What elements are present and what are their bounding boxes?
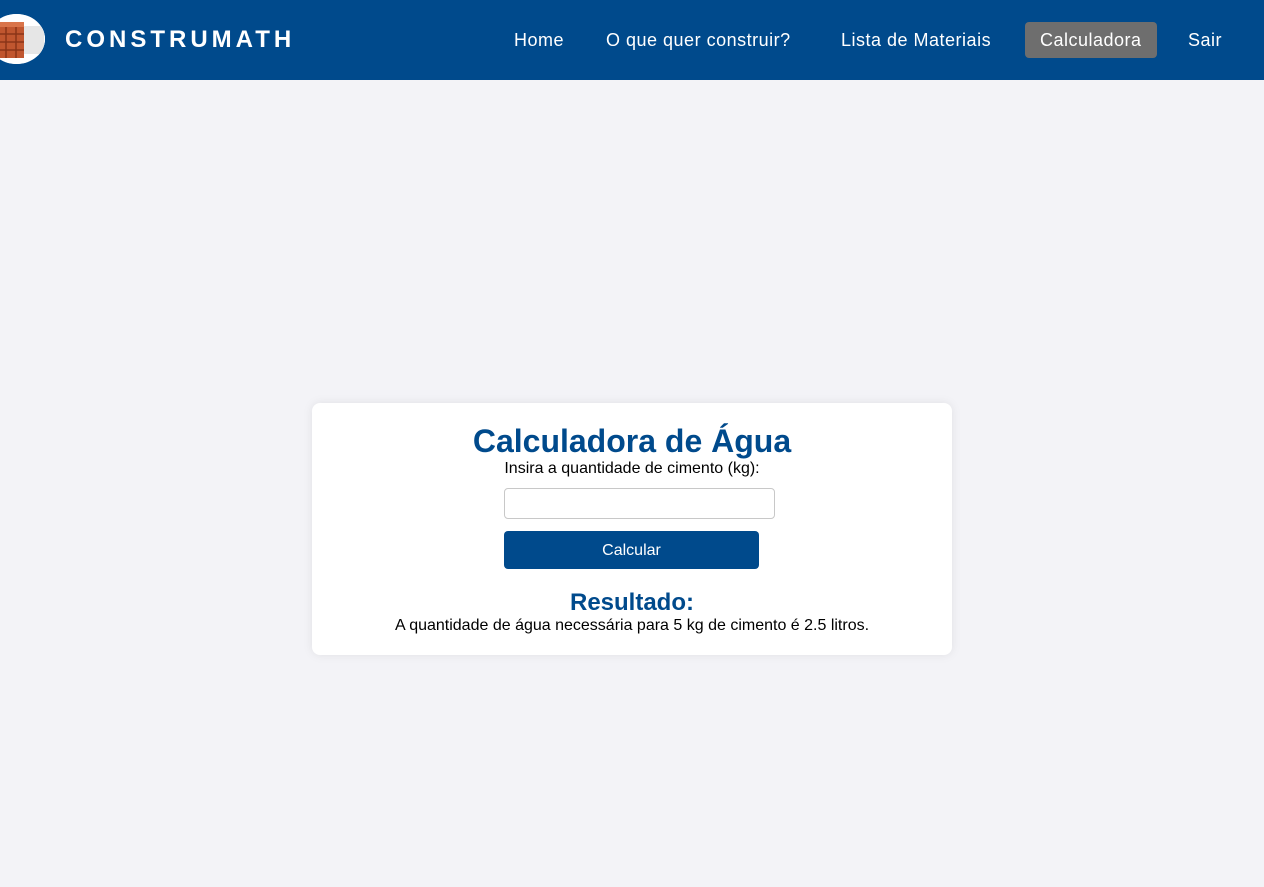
top-navbar: CONSTRUMATH Home O que quer construir? L… — [0, 0, 1264, 80]
nav-sair[interactable]: Sair — [1188, 22, 1222, 58]
brick-icon[interactable] — [0, 14, 45, 64]
cement-quantity-input[interactable] — [504, 488, 775, 519]
page-title: Calculadora de Água — [472, 423, 792, 459]
nav-calculadora[interactable]: Calculadora — [1025, 22, 1157, 58]
calculator-card: Calculadora de Água Insira a quantidade … — [312, 403, 952, 655]
result-text: A quantidade de água necessária para 5 k… — [394, 617, 870, 634]
cement-quantity-label: Insira a quantidade de cimento (kg): — [504, 460, 760, 477]
result-heading: Resultado: — [569, 589, 694, 616]
nav-lista-de-materiais[interactable]: Lista de Materiais — [841, 22, 991, 58]
calculate-button[interactable]: Calcular — [504, 531, 759, 569]
brand-name: CONSTRUMATH — [65, 26, 296, 53]
nav-o-que-quer-construir[interactable]: O que quer construir? — [606, 22, 791, 58]
nav-home[interactable]: Home — [514, 22, 564, 58]
